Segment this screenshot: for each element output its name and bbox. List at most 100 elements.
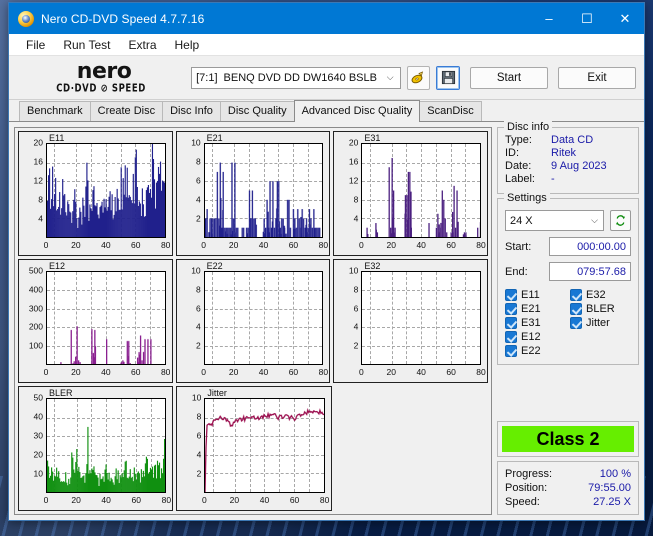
tab-disc-info[interactable]: Disc Info [162, 101, 221, 121]
ytick-label: 8 [195, 156, 201, 167]
xtick-label: 20 [228, 367, 239, 378]
menu-item-run-test[interactable]: Run Test [54, 36, 119, 54]
checkbox-e22[interactable]: E22 [505, 345, 566, 357]
chart-row-1: E11 4 8 12 16 20 0 20 40 60 80 E21 2 4 6 8 10 0 20 40 60 80 … [18, 131, 489, 256]
checkbox-bler[interactable]: BLER [570, 303, 631, 315]
chart-jitter[interactable]: Jitter 2 4 6 8 10 0 20 40 60 80 [176, 386, 332, 512]
ytick-label: 16 [348, 156, 359, 167]
checkmark-icon [505, 289, 517, 301]
status-key-speed: Speed: [505, 496, 540, 508]
ytick-label: 2 [195, 213, 201, 224]
drive-select[interactable]: [7:1] BENQ DVD DD DW1640 BSLB ⌵ [191, 66, 401, 89]
measurement-checkbox-grid: E11 E32 E21 BLER E31 Jitter E12 E22 [505, 289, 631, 357]
xtick-label: 80 [318, 367, 329, 378]
menu-item-help[interactable]: Help [166, 36, 209, 54]
chart-empty-slot [335, 386, 488, 511]
xtick-label: 0 [358, 239, 364, 250]
ytick-label: 6 [196, 430, 202, 441]
nero-logo-word: nero [76, 58, 132, 84]
checkbox-label-e21: E21 [521, 303, 541, 315]
start-input[interactable]: 000:00.00 [549, 237, 631, 256]
status-row-progress: Progress: 100 % [505, 467, 631, 481]
checkbox-label-jitter: Jitter [586, 317, 610, 329]
checkmark-icon [570, 289, 582, 301]
series-e22 [204, 271, 323, 365]
tab-scandisc[interactable]: ScanDisc [419, 101, 482, 121]
ytick-label: 8 [196, 411, 202, 422]
ytick-label: 6 [195, 303, 201, 314]
plot-wrap-e21: 2 4 6 8 10 0 20 40 60 80 [191, 138, 328, 249]
chevron-down-icon[interactable]: ⌵ [387, 68, 394, 88]
chart-e12[interactable]: E12 100 200 300 400 500 0 20 40 60 80 [18, 258, 173, 384]
checkbox-e21[interactable]: E21 [505, 303, 566, 315]
plot-area-e12 [46, 270, 166, 366]
disc-info-row-id: ID: Ritek [505, 147, 631, 159]
chart-e22[interactable]: E22 2 4 6 8 10 0 20 40 60 80 [175, 258, 331, 384]
menu-item-extra[interactable]: Extra [119, 36, 165, 54]
minimize-icon[interactable]: – [530, 3, 568, 34]
chart-title-e21: E21 [206, 133, 223, 143]
plot-wrap-e11: 4 8 12 16 20 0 20 40 60 80 [34, 138, 171, 249]
application-window: Nero CD-DVD Speed 4.7.7.16 – ☐ ✕ File Ru… [8, 2, 645, 521]
side-spacer [497, 369, 639, 417]
refresh-button[interactable] [610, 210, 631, 231]
close-icon[interactable]: ✕ [606, 3, 644, 34]
ytick-label: 8 [38, 194, 43, 205]
xtick-label: 40 [416, 367, 426, 378]
chart-e32[interactable]: E32 2 4 6 8 10 0 20 40 60 80 [333, 258, 489, 384]
checkbox-jitter[interactable]: Jitter [570, 317, 631, 329]
disc-speed-button[interactable] [406, 65, 431, 90]
class-badge-label: Class 2 [502, 426, 634, 452]
start-button[interactable]: Start [470, 66, 548, 89]
ytick-label: 6 [353, 303, 359, 314]
end-input[interactable]: 079:57.68 [549, 262, 631, 281]
status-value-progress: 100 % [599, 468, 631, 480]
chart-bler[interactable]: BLER 10 20 30 40 50 0 20 40 60 80 [18, 386, 174, 512]
chevron-down-icon[interactable]: ⌵ [591, 215, 598, 226]
nero-logo-subtitle: CD·DVD ⊘ SPEED [56, 82, 146, 95]
disc-info-value-type: Data CD [551, 134, 594, 146]
checkbox-label-e11: E11 [521, 289, 540, 301]
settings-legend: Settings [504, 192, 550, 204]
chart-e21[interactable]: E21 2 4 6 8 10 0 20 40 60 80 [175, 131, 331, 256]
speed-select[interactable]: 24 X ⌵ [505, 210, 604, 231]
chart-title-e11: E11 [49, 133, 65, 143]
checkbox-e32[interactable]: E32 [570, 289, 631, 301]
tab-disc-quality[interactable]: Disc Quality [219, 101, 295, 121]
xtick-label: 60 [446, 239, 456, 250]
tab-create-disc[interactable]: Create Disc [89, 101, 164, 121]
checkbox-e12[interactable]: E12 [505, 331, 566, 343]
exit-button[interactable]: Exit [558, 66, 636, 89]
ytick-label: 4 [195, 321, 201, 332]
start-field-row: Start: 000:00.00 [505, 237, 631, 256]
ytick-label: 200 [28, 321, 43, 332]
xtick-label: 80 [160, 367, 171, 378]
xtick-label: 40 [101, 239, 111, 250]
xtick-label: 40 [258, 239, 269, 250]
checkbox-e31[interactable]: E31 [505, 317, 566, 329]
tab-benchmark[interactable]: Benchmark [19, 101, 91, 121]
ytick-label: 10 [191, 137, 201, 148]
xtick-label: 60 [131, 239, 141, 250]
xtick-label: 40 [416, 239, 426, 250]
save-button[interactable] [436, 65, 460, 90]
disc-info-row-type: Type: Data CD [505, 134, 631, 146]
tab-advanced-disc-quality[interactable]: Advanced Disc Quality [293, 100, 421, 122]
xtick-label: 0 [201, 239, 207, 250]
xtick-label: 60 [131, 367, 141, 378]
xtick-label: 80 [319, 495, 330, 506]
series-e31 [362, 144, 481, 237]
nero-disc-icon [18, 10, 34, 27]
ytick-label: 4 [195, 194, 201, 205]
ytick-label: 10 [348, 265, 359, 276]
series-jitter [205, 399, 324, 493]
checkbox-e11[interactable]: E11 [505, 289, 566, 301]
xtick-label: 80 [476, 239, 486, 250]
menu-item-file[interactable]: File [17, 36, 54, 54]
chart-e11[interactable]: E11 4 8 12 16 20 0 20 40 60 80 [18, 131, 173, 256]
maximize-icon[interactable]: ☐ [568, 3, 606, 34]
ytick-label: 20 [348, 137, 359, 148]
series-e11 [47, 144, 165, 237]
chart-e31[interactable]: E31 4 8 12 16 20 0 20 40 60 80 [333, 131, 489, 256]
plot-wrap-e22: 2 4 6 8 10 0 20 40 60 80 [191, 266, 328, 377]
